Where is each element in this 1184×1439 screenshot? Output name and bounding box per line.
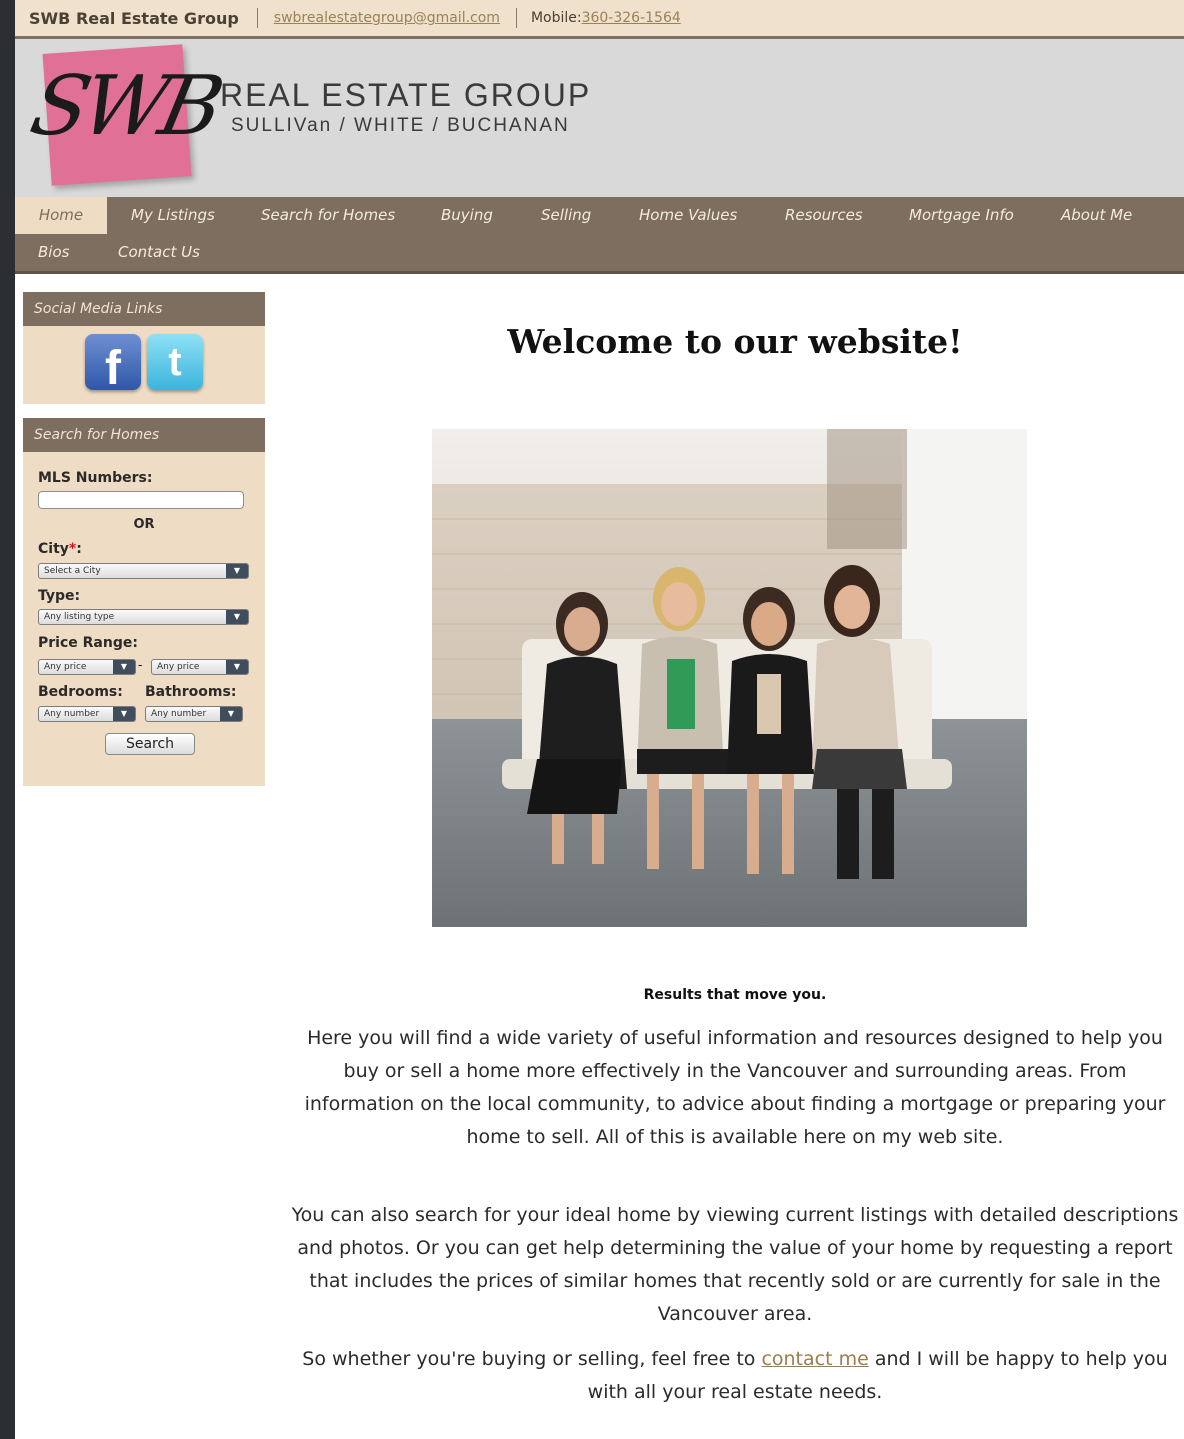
site-header: SWB REAL ESTATE GROUP SULLIVan / WHITE /… (15, 39, 1184, 197)
main-nav: Home My Listings Search for Homes Buying… (15, 197, 1184, 274)
nav-item-search-for-homes[interactable]: Search for Homes (261, 197, 395, 234)
search-panel-title: Search for Homes (23, 418, 265, 452)
mobile-info: Mobile:360-326-1564 (517, 10, 681, 26)
chevron-down-icon: ▼ (113, 660, 135, 674)
closing-paragraph: So whether you're buying or selling, fee… (287, 1343, 1183, 1409)
type-select-value: Any listing type (44, 612, 115, 622)
top-bar: SWB Real Estate Group swbrealestategroup… (15, 0, 1184, 39)
bedrooms-select[interactable]: Any number ▼ (38, 706, 136, 722)
nav-item-resources[interactable]: Resources (785, 197, 863, 234)
chevron-down-icon: ▼ (226, 610, 248, 624)
search-paragraph: You can also search for your ideal home … (291, 1204, 1179, 1325)
team-photo-illustration (432, 429, 1027, 927)
logo-script-text: SWB (22, 59, 226, 154)
bathrooms-label: Bathrooms: (145, 684, 237, 700)
contact-me-link[interactable]: contact me (761, 1348, 868, 1370)
nav-item-selling[interactable]: Selling (541, 197, 591, 234)
nav-item-home[interactable]: Home (15, 197, 107, 234)
social-media-panel: Social Media Links f t (23, 292, 265, 404)
search-button[interactable]: Search (105, 733, 195, 755)
mls-input[interactable] (38, 491, 244, 509)
price-max-value: Any price (157, 662, 200, 672)
social-icons: f t (23, 326, 265, 395)
price-min-value: Any price (44, 662, 87, 672)
chevron-down-icon: ▼ (226, 660, 248, 674)
nav-item-about-me[interactable]: About Me (1061, 197, 1132, 234)
intro-paragraph: Here you will find a wide variety of use… (304, 1027, 1166, 1148)
type-select[interactable]: Any listing type ▼ (38, 609, 249, 625)
nav-item-home-values[interactable]: Home Values (639, 197, 737, 234)
bedrooms-label: Bedrooms: (38, 684, 123, 700)
page: SWB Real Estate Group swbrealestategroup… (15, 0, 1184, 1439)
mobile-label: Mobile: (530, 10, 582, 26)
chevron-down-icon: ▼ (113, 707, 135, 721)
brand-title: REAL ESTATE GROUP (220, 77, 592, 113)
search-homes-panel: Search for Homes MLS Numbers: OR City*: … (23, 418, 265, 786)
facebook-icon[interactable]: f (85, 334, 141, 395)
nav-item-mortgage-info[interactable]: Mortgage Info (909, 197, 1014, 234)
page-title: Welcome to our website! (507, 322, 963, 361)
price-min-select[interactable]: Any price ▼ (38, 659, 136, 675)
nav-item-my-listings[interactable]: My Listings (131, 197, 215, 234)
chevron-down-icon: ▼ (226, 564, 248, 578)
city-label: City*: (38, 541, 82, 557)
mobile-number-link[interactable]: 360-326-1564 (582, 10, 681, 26)
type-label: Type: (38, 588, 81, 604)
bathrooms-value: Any number (151, 709, 207, 719)
or-label: OR (133, 517, 155, 532)
social-panel-title: Social Media Links (23, 292, 265, 326)
bathrooms-select[interactable]: Any number ▼ (145, 706, 243, 722)
nav-item-buying[interactable]: Buying (441, 197, 493, 234)
tagline: Results that move you. (643, 987, 827, 1003)
city-select[interactable]: Select a City ▼ (38, 563, 249, 579)
closing-text-before: So whether you're buying or selling, fee… (302, 1348, 762, 1370)
email-link[interactable]: swbrealestategroup@gmail.com (258, 10, 516, 26)
nav-item-bios[interactable]: Bios (38, 234, 69, 271)
city-label-text: City (38, 541, 69, 557)
price-max-select[interactable]: Any price ▼ (151, 659, 249, 675)
price-range-label: Price Range: (38, 635, 138, 651)
city-select-value: Select a City (44, 566, 101, 576)
price-range-dash: - (138, 658, 143, 672)
city-label-colon: : (76, 541, 82, 557)
team-photo (432, 429, 1027, 927)
nav-item-contact-us[interactable]: Contact Us (118, 234, 200, 271)
top-bar-brand: SWB Real Estate Group (29, 8, 239, 28)
chevron-down-icon: ▼ (220, 707, 242, 721)
logo[interactable]: SWB (23, 44, 226, 186)
mls-label: MLS Numbers: (38, 470, 153, 486)
bedrooms-value: Any number (44, 709, 100, 719)
twitter-icon[interactable]: t (147, 334, 203, 390)
brand-subtitle: SULLIVan / WHITE / BUCHANAN (231, 115, 570, 136)
